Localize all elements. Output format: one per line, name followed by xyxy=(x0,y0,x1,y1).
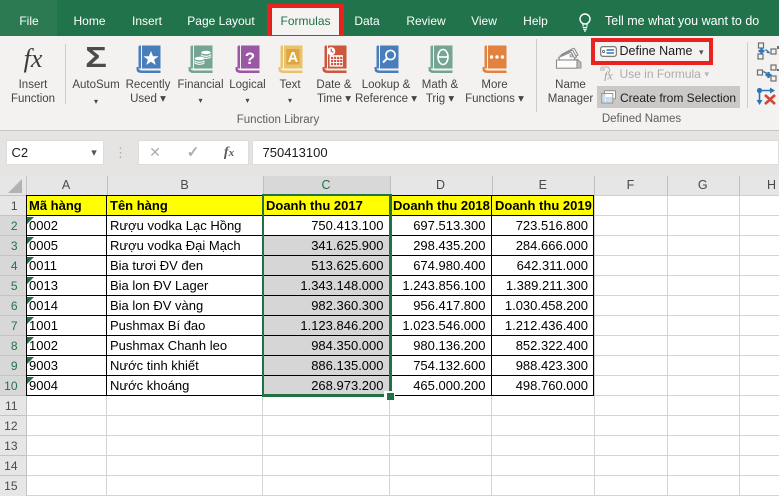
svg-text:?: ? xyxy=(245,49,255,68)
svg-text:A: A xyxy=(287,50,298,66)
svg-text:fx: fx xyxy=(604,69,613,82)
